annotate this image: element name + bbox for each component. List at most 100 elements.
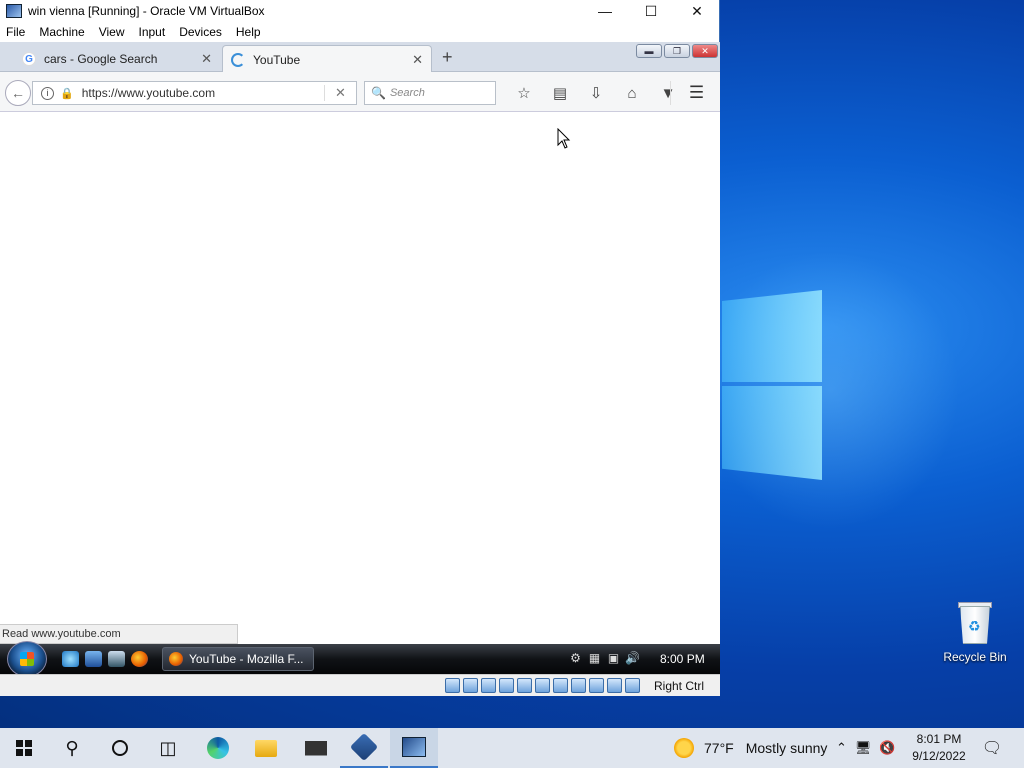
lock-icon: 🔒	[60, 87, 74, 100]
mail-icon	[305, 740, 327, 756]
usb-icon[interactable]	[517, 678, 532, 693]
firefox-icon[interactable]	[131, 651, 148, 667]
search-icon: 🔍	[371, 86, 386, 100]
show-desktop-icon[interactable]	[85, 651, 102, 667]
new-tab-button[interactable]: +	[442, 47, 453, 68]
guest-system-tray: ⚙ ▦ ▣ 🔊	[568, 650, 640, 665]
recording-icon[interactable]	[571, 678, 586, 693]
vm-window-icon	[402, 737, 426, 757]
window-controls: — ☐ ✕	[582, 0, 720, 22]
guest-close-button[interactable]: ✕	[692, 44, 718, 58]
task-view-button[interactable]: ◫	[144, 728, 192, 768]
task-view-icon: ◫	[159, 737, 177, 758]
browser-nav-bar: ← i 🔒 https://www.youtube.com ✕ 🔍 Search…	[0, 72, 720, 112]
vm-window-button[interactable]	[390, 728, 438, 768]
tray-display-icon[interactable]: ▦	[587, 650, 602, 665]
recycle-bin-icon: ♻	[956, 600, 994, 644]
guest-screen: G cars - Google Search ✕ YouTube ✕ + ▬ ❐…	[0, 42, 720, 677]
reading-list-icon[interactable]: ▤	[542, 81, 578, 105]
close-button[interactable]: ✕	[674, 0, 720, 22]
vbox-status-bar: Right Ctrl	[0, 674, 720, 696]
menu-input[interactable]: Input	[139, 25, 173, 39]
clock-date: 9/12/2022	[912, 749, 966, 763]
windows-wallpaper-logo	[722, 290, 822, 480]
minimize-button[interactable]: —	[582, 0, 628, 22]
recycle-bin[interactable]: ♻ Recycle Bin	[938, 600, 1012, 664]
notification-icon[interactable]: 🗨	[980, 728, 1004, 768]
display-icon[interactable]	[553, 678, 568, 693]
tab-close-icon[interactable]: ✕	[412, 52, 423, 68]
menu-machine[interactable]: Machine	[39, 25, 91, 39]
menu-file[interactable]: File	[6, 25, 32, 39]
back-button[interactable]: ←	[5, 80, 31, 106]
url-text[interactable]: https://www.youtube.com	[82, 86, 324, 100]
weather-temp: 77°F	[704, 740, 734, 756]
virtualbox-manager-button[interactable]	[340, 728, 388, 768]
stop-icon[interactable]: ✕	[324, 85, 356, 101]
host-clock[interactable]: 8:01 PM 9/12/2022	[906, 731, 972, 765]
file-explorer-button[interactable]	[242, 728, 290, 768]
bookmark-star-icon[interactable]: ☆	[506, 81, 542, 105]
browser-status-bar: Read www.youtube.com	[0, 624, 238, 644]
cpu-icon[interactable]	[589, 678, 604, 693]
info-icon[interactable]: i	[41, 86, 54, 100]
firefox-icon	[169, 652, 183, 666]
menu-devices[interactable]: Devices	[179, 25, 229, 39]
search-input[interactable]: 🔍 Search	[364, 81, 496, 105]
network-adapter-icon[interactable]	[499, 678, 514, 693]
browser-tab-strip: G cars - Google Search ✕ YouTube ✕ + ▬ ❐…	[0, 42, 720, 73]
tab-youtube[interactable]: YouTube ✕	[222, 45, 432, 73]
home-icon[interactable]: ⌂	[614, 81, 650, 105]
mail-button[interactable]	[292, 728, 340, 768]
tab-close-icon[interactable]: ✕	[201, 51, 212, 67]
cortana-icon	[112, 740, 128, 756]
shared-folders-icon[interactable]	[535, 678, 550, 693]
switch-windows-icon[interactable]	[108, 651, 125, 667]
menu-view[interactable]: View	[99, 25, 132, 39]
host-system-tray: ⌃ 🖥 🔇	[836, 728, 896, 768]
audio-icon[interactable]	[481, 678, 496, 693]
guest-window-controls: ▬ ❐ ✕	[636, 44, 718, 58]
folder-icon	[255, 739, 277, 757]
host-key-label: Right Ctrl	[654, 679, 705, 693]
mouse-integration-icon[interactable]	[607, 678, 622, 693]
toolbar-icons: ☆ ▤ ⇩ ⌂ ▼	[506, 81, 686, 105]
virtualbox-window: win vienna [Running] - Oracle VM Virtual…	[0, 0, 720, 696]
quick-launch	[62, 651, 148, 667]
chevron-up-icon[interactable]: ⌃	[836, 740, 847, 756]
url-bar[interactable]: i 🔒 https://www.youtube.com ✕	[32, 81, 357, 105]
vbox-device-icons	[445, 678, 640, 693]
ie-icon[interactable]	[62, 651, 79, 667]
download-icon[interactable]: ⇩	[578, 81, 614, 105]
vbox-menu-bar: File Machine View Input Devices Help	[0, 22, 719, 42]
volume-icon[interactable]: 🔊	[625, 650, 640, 665]
network-icon[interactable]: 🖥	[855, 740, 872, 756]
tab-google-search[interactable]: G cars - Google Search ✕	[14, 45, 220, 73]
guest-maximize-button[interactable]: ❐	[664, 44, 690, 58]
hamburger-menu-icon[interactable]: ☰	[670, 81, 710, 105]
tab-label: cars - Google Search	[44, 52, 158, 66]
menu-help[interactable]: Help	[236, 25, 268, 39]
optical-drive-icon[interactable]	[463, 678, 478, 693]
guest-minimize-button[interactable]: ▬	[636, 44, 662, 58]
cortana-button[interactable]	[96, 728, 144, 768]
start-button[interactable]	[0, 728, 48, 768]
search-button[interactable]: ⚲	[48, 728, 96, 768]
taskbar-firefox-button[interactable]: YouTube - Mozilla F...	[162, 647, 314, 671]
volume-muted-icon[interactable]: 🔇	[879, 740, 895, 756]
guest-clock[interactable]: 8:00 PM	[660, 652, 705, 666]
search-placeholder: Search	[389, 87, 425, 99]
vista-start-orb-icon[interactable]	[7, 641, 47, 677]
tray-app-icon[interactable]: ⚙	[568, 650, 583, 665]
hard-disk-icon[interactable]	[445, 678, 460, 693]
edge-button[interactable]	[194, 728, 242, 768]
recycle-bin-label: Recycle Bin	[943, 650, 1007, 664]
weather-widget[interactable]: 77°F Mostly sunny	[674, 728, 827, 768]
virtualbox-app-icon	[6, 4, 22, 18]
maximize-button[interactable]: ☐	[628, 0, 674, 22]
host-taskbar: ⚲ ◫ 77°F Mostly sunny ⌃ 🖥 🔇 8:01 PM 9/12…	[0, 728, 1024, 768]
edge-icon	[207, 737, 229, 759]
clock-time: 8:01 PM	[916, 732, 962, 746]
network-icon[interactable]: ▣	[606, 650, 621, 665]
keyboard-capture-icon[interactable]	[625, 678, 640, 693]
